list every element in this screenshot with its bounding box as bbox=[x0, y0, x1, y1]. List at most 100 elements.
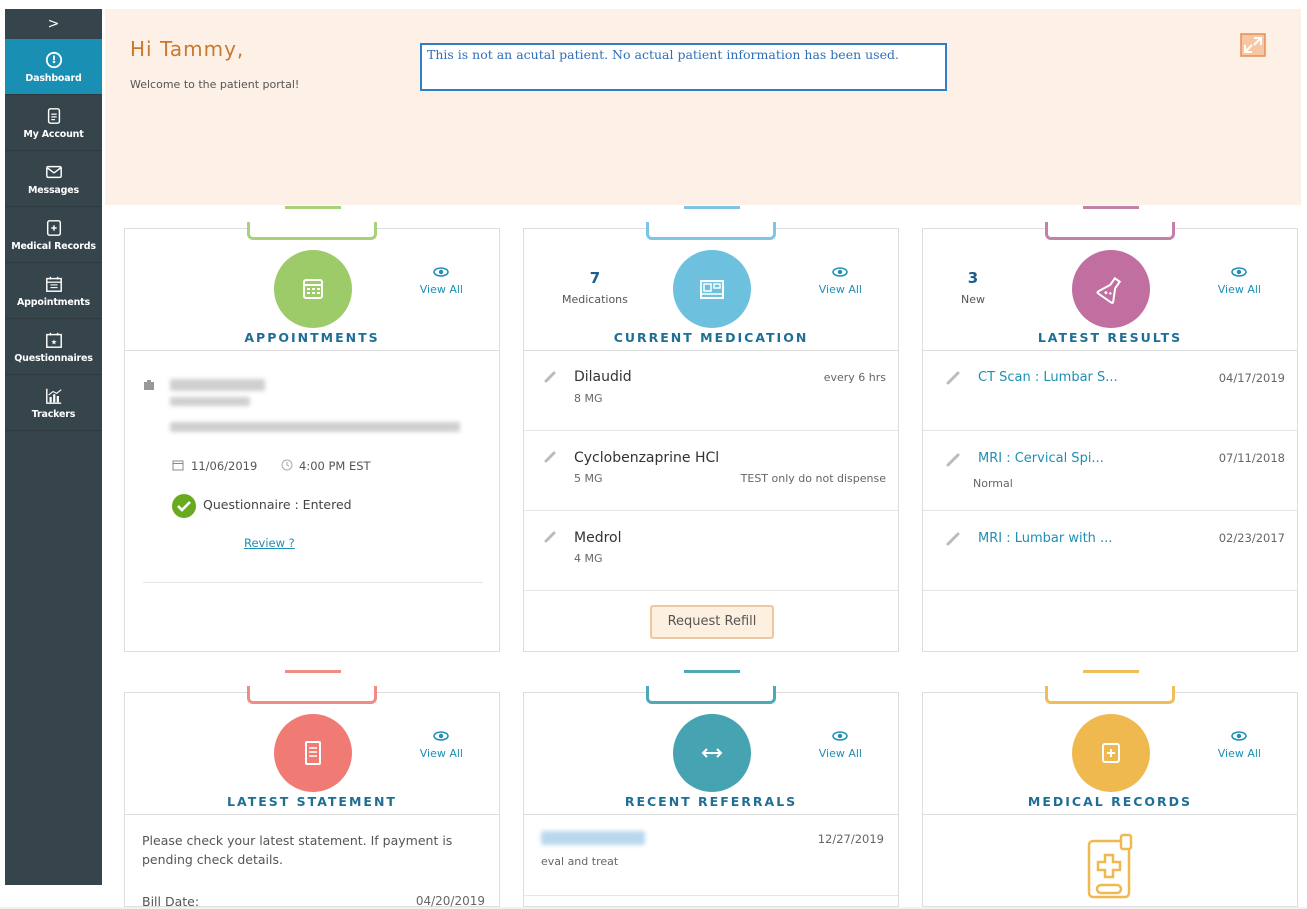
sidebar-item-appointments[interactable]: Appointments bbox=[5, 263, 102, 319]
result-name: MRI : Cervical Spi... bbox=[978, 451, 1104, 466]
calendar-icon bbox=[303, 279, 323, 299]
redacted-provider-detail bbox=[170, 397, 250, 406]
view-all-label: View All bbox=[419, 747, 463, 760]
medication-count: 7 Medications bbox=[562, 269, 628, 306]
medication-name: Cyclobenzaprine HCl bbox=[574, 450, 720, 466]
result-date: 04/17/2019 bbox=[1218, 371, 1285, 385]
sidebar-item-dashboard[interactable]: Dashboard bbox=[5, 39, 102, 95]
medication-row[interactable]: Medrol 4 MG bbox=[524, 511, 898, 591]
view-all-link[interactable]: View All bbox=[1218, 731, 1261, 760]
count-value: 7 bbox=[589, 269, 601, 287]
questionnaire-status: Questionnaire : Entered bbox=[203, 497, 352, 512]
medical-records-card: View All MEDICAL RECORDS bbox=[922, 670, 1298, 907]
result-row[interactable]: MRI : Lumbar with ... 02/23/2017 bbox=[923, 511, 1297, 591]
eye-icon bbox=[832, 267, 849, 277]
medication-card: 7 Medications View All CURRENT MEDICATIO… bbox=[523, 206, 899, 652]
pill-icon bbox=[544, 531, 556, 543]
eye-icon bbox=[832, 731, 849, 741]
sidebar-toggle-button[interactable]: > bbox=[5, 9, 102, 39]
pharmacy-icon bbox=[700, 280, 724, 299]
welcome-header: Hi Tammy, Welcome to the patient portal!… bbox=[105, 9, 1301, 205]
calendar-icon bbox=[45, 276, 62, 292]
card-tab-line bbox=[1083, 670, 1139, 673]
card-title: LATEST RESULTS bbox=[1037, 330, 1183, 345]
eye-icon bbox=[433, 731, 450, 741]
health-record-document-icon bbox=[1087, 833, 1133, 899]
divider bbox=[143, 582, 483, 583]
medication-circle bbox=[673, 250, 751, 328]
account-document-icon bbox=[47, 107, 60, 124]
transfer-arrows-icon bbox=[701, 748, 723, 758]
view-all-link[interactable]: View All bbox=[819, 267, 862, 296]
flask-icon bbox=[1096, 276, 1122, 304]
result-name: CT Scan : Lumbar S... bbox=[978, 370, 1118, 385]
count-value: 3 bbox=[967, 269, 979, 287]
card-title: LATEST STATEMENT bbox=[227, 794, 397, 809]
sidebar-item-label: My Account bbox=[23, 128, 84, 140]
request-refill-button[interactable]: Request Refill bbox=[650, 605, 774, 639]
eye-icon bbox=[1231, 731, 1248, 741]
referral-note: eval and treat bbox=[541, 855, 619, 868]
sidebar-item-label: Appointments bbox=[17, 296, 90, 308]
sidebar-item-medical-records[interactable]: Medical Records bbox=[5, 207, 102, 263]
card-tab bbox=[646, 222, 776, 240]
envelope-icon bbox=[45, 165, 62, 178]
eye-icon bbox=[433, 267, 450, 277]
view-all-link[interactable]: View All bbox=[819, 731, 862, 760]
redacted-provider-name bbox=[170, 379, 265, 391]
appointments-card: View All APPOINTMENTS 11/06/2019 4:00 PM… bbox=[124, 206, 500, 652]
results-circle bbox=[1072, 250, 1150, 328]
card-tab-line bbox=[684, 206, 740, 209]
expand-icon[interactable] bbox=[1240, 33, 1266, 57]
result-row[interactable]: CT Scan : Lumbar S... 04/17/2019 bbox=[923, 351, 1297, 431]
sidebar-item-label: Messages bbox=[28, 184, 79, 196]
view-all-label: View All bbox=[419, 283, 463, 296]
card-tab-line bbox=[684, 670, 740, 673]
view-all-label: View All bbox=[1217, 747, 1261, 760]
card-tab-line bbox=[1083, 206, 1139, 209]
sidebar-item-trackers[interactable]: Trackers bbox=[5, 375, 102, 431]
medication-name: Dilaudid bbox=[574, 369, 632, 385]
card-tab-line bbox=[285, 670, 341, 673]
welcome-text: Welcome to the patient portal! bbox=[130, 78, 300, 91]
test-tube-icon bbox=[946, 532, 960, 546]
card-title: RECENT REFERRALS bbox=[624, 794, 798, 809]
medication-dose: 4 MG bbox=[574, 552, 603, 565]
sidebar-item-my-account[interactable]: My Account bbox=[5, 95, 102, 151]
review-link[interactable]: Review ? bbox=[244, 536, 295, 550]
statement-text: Please check your latest statement. If p… bbox=[142, 833, 453, 867]
card-tab-line bbox=[285, 206, 341, 209]
divider bbox=[125, 814, 499, 815]
statement-circle bbox=[274, 714, 352, 792]
results-card: 3 New View All LATEST RESULTS CT Scan : … bbox=[922, 206, 1298, 652]
result-date: 02/23/2017 bbox=[1218, 531, 1285, 545]
check-circle-icon bbox=[172, 494, 196, 518]
questionnaire-icon: ★ bbox=[45, 332, 62, 348]
medical-record-icon bbox=[46, 219, 61, 236]
medication-row[interactable]: Dilaudid every 6 hrs 8 MG bbox=[524, 351, 898, 431]
view-all-link[interactable]: View All bbox=[1218, 267, 1261, 296]
sidebar-item-messages[interactable]: Messages bbox=[5, 151, 102, 207]
sidebar-item-questionnaires[interactable]: ★ Questionnaires bbox=[5, 319, 102, 375]
result-row[interactable]: MRI : Cervical Spi... 07/11/2018 Normal bbox=[923, 431, 1297, 511]
appointment-time: 4:00 PM EST bbox=[299, 459, 371, 473]
redacted-referral-name bbox=[541, 831, 645, 845]
card-title: MEDICAL RECORDS bbox=[1027, 794, 1193, 809]
card-title: APPOINTMENTS bbox=[244, 330, 380, 345]
pill-icon bbox=[544, 371, 556, 383]
greeting-title: Hi Tammy, bbox=[130, 37, 245, 61]
view-all-link[interactable]: View All bbox=[420, 731, 463, 760]
medication-note: TEST only do not dispense bbox=[740, 472, 886, 485]
view-all-link[interactable]: View All bbox=[420, 267, 463, 296]
divider bbox=[923, 814, 1297, 815]
referrals-card: View All RECENT REFERRALS 12/27/2019 eva… bbox=[523, 670, 899, 907]
sidebar-item-label: Medical Records bbox=[11, 240, 96, 252]
results-count: 3 New bbox=[961, 269, 985, 306]
statement-card: View All LATEST STATEMENT Please check y… bbox=[124, 670, 500, 909]
medication-row[interactable]: Cyclobenzaprine HCl 5 MG TEST only do no… bbox=[524, 431, 898, 511]
card-tab bbox=[1045, 686, 1175, 704]
pill-icon bbox=[544, 451, 556, 463]
medication-dose: 5 MG bbox=[574, 472, 603, 485]
redacted-address bbox=[170, 422, 460, 432]
patient-portal: > Dashboard My Account Messages Medical … bbox=[0, 0, 1307, 909]
